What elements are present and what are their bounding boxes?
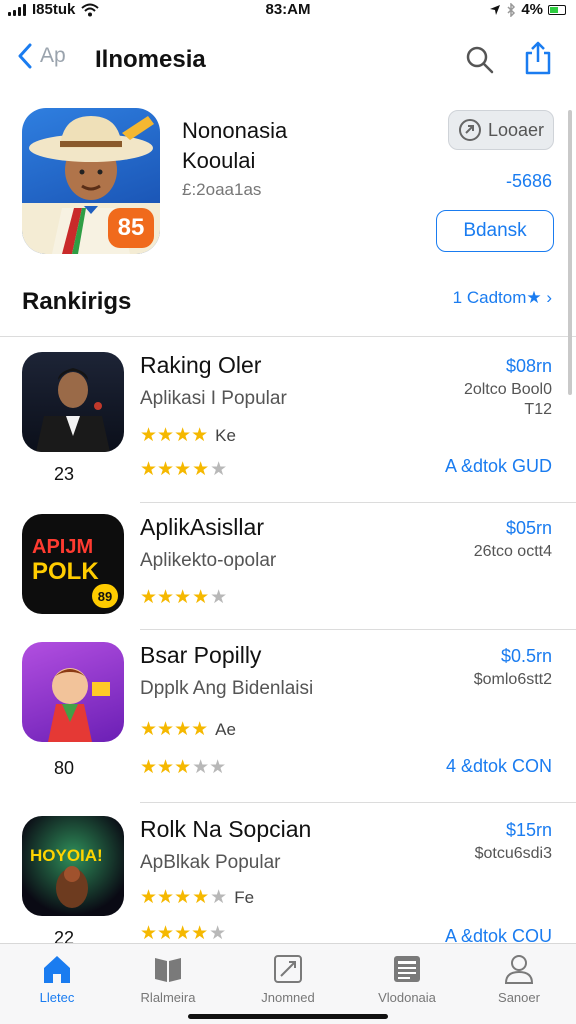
app-icon — [22, 642, 124, 742]
rank-number: 23 — [53, 464, 75, 484]
tab-label: Jnomned — [261, 990, 315, 1005]
app-subtitle: Aplikasi I Popular — [140, 388, 287, 409]
home-icon — [44, 956, 70, 983]
battery-icon — [548, 4, 566, 15]
hero-price: -5686 — [505, 171, 552, 191]
app-subtitle: Dpplk Ang Bidenlaisi — [140, 678, 314, 699]
hero-subtitle: £:2oaa1as — [182, 180, 262, 199]
app-meta: $otcu6sdi3 — [475, 844, 552, 864]
tab-arcade[interactable]: Vlodonaia — [352, 952, 462, 1005]
app-meta: $omlo6stt2 — [474, 670, 552, 690]
profile-icon — [504, 955, 534, 984]
app-meta-line1: 26tco octt4 — [473, 543, 552, 560]
hero-title-line2: Kooulai — [182, 148, 256, 173]
status-bar: I85tuk 83:AM 4% — [0, 0, 576, 24]
download-icon — [458, 119, 481, 141]
tab-games[interactable]: Rlalmeira — [113, 952, 223, 1005]
app-name: AplikAsisllar — [140, 514, 264, 540]
app-meta-line1: 2oltco Bool0 — [463, 381, 552, 398]
search-icon[interactable] — [464, 44, 494, 74]
open-button[interactable]: Bdansk — [436, 210, 554, 252]
location-icon — [490, 4, 501, 15]
star-rating: ★★★★ Ae — [140, 719, 236, 740]
app-icon-badge: 89 — [92, 584, 118, 608]
list-item[interactable]: APIJM POLK 89 AplikAsisllar Aplikekto-op… — [0, 514, 576, 644]
row-action-link[interactable]: 4 &dtok CON — [446, 756, 552, 777]
app-price: $15rn — [505, 820, 552, 840]
star-rating-secondary: ★★★★★ — [140, 757, 227, 778]
star-rating: ★★★ ★ ★ — [140, 587, 228, 608]
back-label: Ap — [40, 44, 66, 67]
star-rating: ★★★ ★ ★ Fe — [140, 887, 255, 908]
get-button-label: Looaer — [487, 119, 545, 140]
tab-label: Rlalmeira — [140, 990, 196, 1005]
rankings-heading: Rankirigs — [22, 288, 132, 315]
tab-apps[interactable]: Jnomned — [233, 952, 343, 1005]
divider — [140, 502, 576, 503]
list-item[interactable]: HOYOIA! 22 Rolk Na Sopcian ApBlkak Popul… — [0, 816, 576, 948]
app-meta-line2: T12 — [524, 401, 552, 418]
app-icon: APIJM POLK 89 — [22, 514, 124, 614]
app-price: $0.5rn — [500, 646, 552, 666]
app-name: Bsar Popilly — [140, 642, 262, 668]
divider — [0, 336, 576, 337]
tab-bar: Lletec Rlalmeira Jnomned Vlodonaia Sanoe… — [0, 943, 576, 1024]
book-icon — [155, 958, 181, 982]
rating-text: Ke — [215, 425, 236, 445]
hero-app-icon[interactable]: 85 — [22, 108, 160, 254]
status-right: 4% — [489, 1, 566, 18]
scrollbar[interactable] — [568, 110, 572, 395]
star-rating-secondary: ★★★★★ — [140, 459, 228, 480]
app-meta: 2oltco Bool0 T12 — [464, 380, 552, 420]
chevron-left-icon — [18, 43, 32, 69]
app-price: $08rn — [505, 356, 552, 376]
rankings-link[interactable]: 1 Cadtom★ › — [453, 288, 552, 308]
home-indicator — [188, 1014, 388, 1019]
share-icon[interactable] — [524, 40, 552, 76]
back-button[interactable]: Ap — [16, 43, 66, 69]
hero-title-line1: Nononasia — [182, 118, 288, 143]
tab-today[interactable]: Lletec — [2, 952, 112, 1005]
divider — [140, 629, 576, 630]
hero-badge: 85 — [108, 208, 154, 248]
app-name: Raking Oler — [140, 352, 262, 378]
nav-bar: Ap Ilnomesia — [0, 38, 576, 82]
app-icon-text: APIJM — [32, 536, 94, 558]
tab-label: Lletec — [39, 990, 75, 1005]
app-subtitle: ApBlkak Popular — [140, 852, 281, 873]
newspaper-icon — [394, 956, 420, 982]
app-meta-line1: $omlo6stt2 — [473, 671, 552, 688]
app-icon-text: POLK — [32, 558, 99, 585]
app-icon-text: HOYOIA! — [30, 846, 103, 865]
star-rating: ★★★★ Ke — [140, 425, 236, 446]
page-title: Ilnomesia — [95, 46, 206, 73]
list-item[interactable]: 80 Bsar Popilly Dpplk Ang Bidenlaisi ★★★… — [0, 642, 576, 778]
app-name: Rolk Na Sopcian — [140, 816, 312, 842]
edit-icon — [274, 955, 302, 983]
star-rating-secondary: ★★★★★ — [140, 923, 227, 944]
list-item[interactable]: 23 Raking Oler Aplikasi I Popular ★★★★ Ke… — [0, 352, 576, 484]
app-icon — [22, 352, 124, 452]
tab-label: Sanoer — [498, 990, 540, 1005]
tab-search[interactable]: Sanoer — [464, 952, 574, 1005]
row-action-link[interactable]: A &dtok GUD — [445, 456, 552, 477]
app-subtitle: Aplikekto-opolar — [140, 550, 277, 571]
rank-number: 80 — [53, 758, 75, 778]
app-meta: 26tco octt4 — [474, 542, 552, 562]
get-button[interactable]: Looaer — [448, 110, 554, 150]
rating-text: Fe — [234, 887, 255, 907]
tab-label: Vlodonaia — [378, 990, 436, 1005]
divider — [140, 802, 576, 803]
app-icon: HOYOIA! — [22, 816, 124, 916]
app-price: $05rn — [505, 518, 552, 538]
bluetooth-icon — [507, 2, 516, 17]
rating-text: Ae — [215, 719, 236, 739]
app-meta-line1: $otcu6sdi3 — [474, 845, 552, 862]
hero-app-title: Nononasia Kooulai — [182, 116, 412, 176]
battery-percent: 4% — [521, 1, 543, 18]
